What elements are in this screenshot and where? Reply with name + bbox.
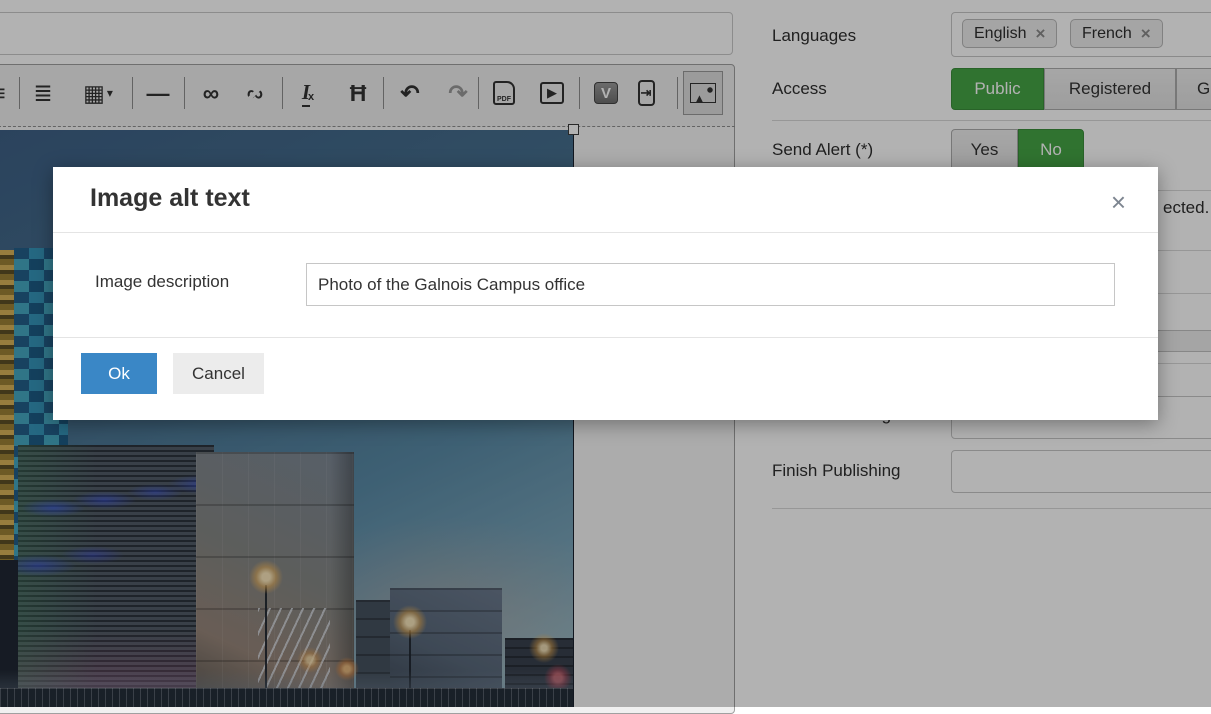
dialog-title: Image alt text <box>90 184 250 213</box>
image-description-label: Image description <box>95 272 229 292</box>
image-description-input[interactable] <box>306 263 1115 306</box>
cancel-button[interactable]: Cancel <box>173 353 264 394</box>
close-icon[interactable]: × <box>1111 189 1126 215</box>
ok-button[interactable]: Ok <box>81 353 157 394</box>
dialog-divider <box>53 232 1158 233</box>
dialog-divider <box>53 337 1158 338</box>
image-alt-text-dialog: Image alt text × Image description Ok Ca… <box>53 167 1158 420</box>
